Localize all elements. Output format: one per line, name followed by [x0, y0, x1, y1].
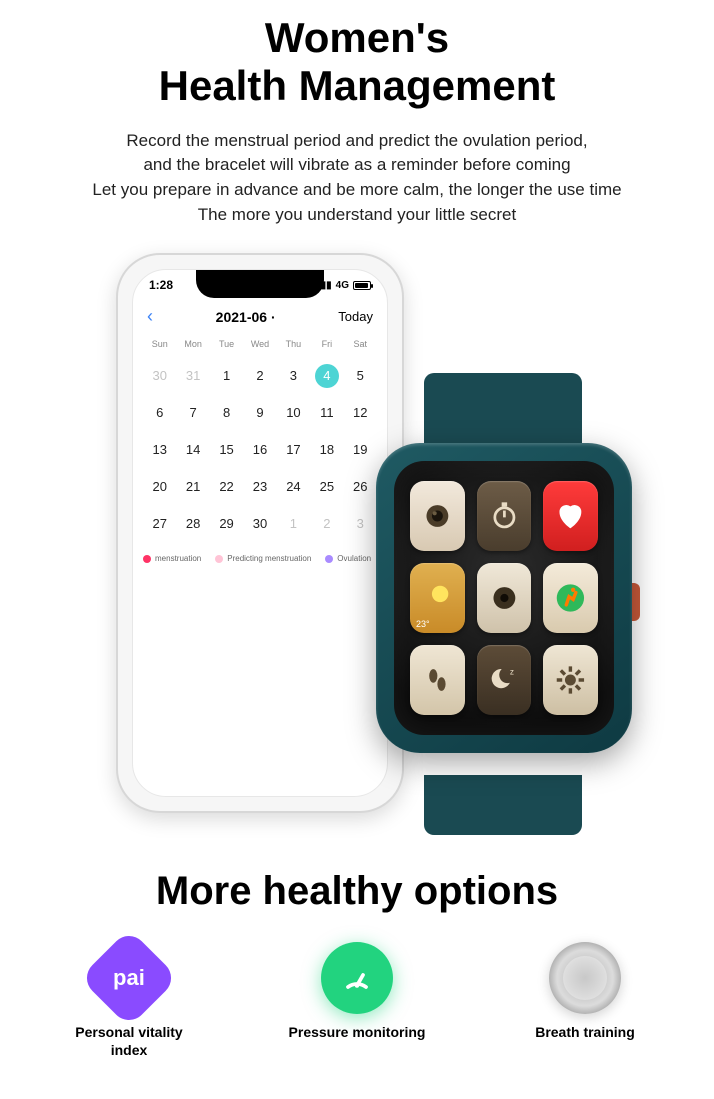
- breath-icon: [549, 942, 621, 1014]
- option-pai: pai Personal vitality index: [54, 942, 204, 1059]
- calendar-cell[interactable]: 8: [210, 394, 243, 431]
- svg-text:z: z: [509, 668, 513, 677]
- calendar-body: 3031123456789101112131415161718192021222…: [143, 357, 377, 542]
- phone-screen: 1:28 ▮▮▮▮ 4G ‹ 2021-06 · Today SunMonTue…: [132, 269, 388, 797]
- option-pressure: Pressure monitoring: [282, 942, 432, 1059]
- calendar-cell[interactable]: 15: [210, 431, 243, 468]
- calendar-day-header: Mon: [176, 335, 209, 357]
- workout-app-icon[interactable]: [543, 563, 598, 633]
- calendar-row: 6789101112: [143, 394, 377, 431]
- calendar-day-header: Fri: [310, 335, 343, 357]
- calendar-cell[interactable]: 10: [277, 394, 310, 431]
- status-time: 1:28: [149, 278, 173, 292]
- calendar-cell[interactable]: 2: [243, 357, 276, 394]
- pai-label: Personal vitality index: [75, 1024, 182, 1059]
- today-button[interactable]: Today: [338, 309, 373, 324]
- calendar-day-header: Sat: [344, 335, 377, 357]
- calendar-cell[interactable]: 21: [176, 468, 209, 505]
- back-icon[interactable]: ‹: [147, 306, 153, 327]
- calendar-cell[interactable]: 29: [210, 505, 243, 542]
- devices-showcase: 1:28 ▮▮▮▮ 4G ‹ 2021-06 · Today SunMonTue…: [0, 253, 714, 863]
- calendar-row: 13141516171819: [143, 431, 377, 468]
- title-line-2: Health Management: [159, 62, 556, 109]
- calendar-cell[interactable]: 18: [310, 431, 343, 468]
- watch-body: 23° z: [376, 443, 632, 753]
- weather-temp: 23°: [416, 619, 430, 629]
- page-subtitle: Record the menstrual period and predict …: [0, 129, 714, 228]
- watch-screen: 23° z: [394, 461, 614, 735]
- calendar-cell[interactable]: 24: [277, 468, 310, 505]
- watch-strap-top: [424, 373, 582, 453]
- calendar-header: ‹ 2021-06 · Today: [133, 292, 387, 335]
- legend-menstruation: menstruation: [143, 554, 201, 563]
- calendar-cell[interactable]: 2: [310, 505, 343, 542]
- calendar-day-header: Sun: [143, 335, 176, 357]
- legend-predicting: Predicting menstruation: [215, 554, 311, 563]
- dial-app-icon[interactable]: [477, 563, 532, 633]
- calendar-cell[interactable]: 23: [243, 468, 276, 505]
- calendar-cell[interactable]: 13: [143, 431, 176, 468]
- calendar-cell[interactable]: 4: [310, 357, 343, 394]
- sleep-app-icon[interactable]: z: [477, 645, 532, 715]
- weather-app-icon[interactable]: 23°: [410, 563, 465, 633]
- page-title: Women's Health Management: [0, 0, 714, 111]
- calendar-cell[interactable]: 27: [143, 505, 176, 542]
- watch-mockup: 23° z: [368, 373, 640, 835]
- calendar-day-header: Thu: [277, 335, 310, 357]
- health-options-row: pai Personal vitality index Pressure mon…: [0, 942, 714, 1059]
- pressure-icon: [321, 942, 393, 1014]
- more-options-title: More healthy options: [0, 869, 714, 914]
- calendar-cell[interactable]: 28: [176, 505, 209, 542]
- calendar-day-header: Wed: [243, 335, 276, 357]
- phone-mockup: 1:28 ▮▮▮▮ 4G ‹ 2021-06 · Today SunMonTue…: [116, 253, 404, 813]
- calendar-cell[interactable]: 16: [243, 431, 276, 468]
- calendar-cell[interactable]: 7: [176, 394, 209, 431]
- calendar-legend: menstruation Predicting menstruation Ovu…: [133, 542, 387, 575]
- calendar-cell[interactable]: 1: [210, 357, 243, 394]
- breath-label: Breath training: [535, 1024, 635, 1042]
- calendar-row: 20212223242526: [143, 468, 377, 505]
- calendar-cell[interactable]: 1: [277, 505, 310, 542]
- calendar: SunMonTueWedThuFriSat 303112345678910111…: [133, 335, 387, 542]
- calendar-row: 303112345: [143, 357, 377, 394]
- calendar-cell[interactable]: 31: [176, 357, 209, 394]
- battery-icon: [353, 281, 371, 290]
- phone-notch: [196, 270, 324, 298]
- calendar-cell[interactable]: 9: [243, 394, 276, 431]
- calendar-cell[interactable]: 17: [277, 431, 310, 468]
- calendar-cell[interactable]: 11: [310, 394, 343, 431]
- settings-app-icon[interactable]: [543, 645, 598, 715]
- stopwatch-app-icon[interactable]: [477, 481, 532, 551]
- calendar-cell[interactable]: 25: [310, 468, 343, 505]
- legend-ovulation: Ovulation: [325, 554, 371, 563]
- option-breath: Breath training: [510, 942, 660, 1059]
- calendar-cell[interactable]: 20: [143, 468, 176, 505]
- calendar-day-header: Tue: [210, 335, 243, 357]
- steps-app-icon[interactable]: [410, 645, 465, 715]
- title-line-1: Women's: [265, 14, 449, 61]
- heart-rate-app-icon[interactable]: [543, 481, 598, 551]
- calendar-cell[interactable]: 14: [176, 431, 209, 468]
- calendar-row: 27282930123: [143, 505, 377, 542]
- calendar-cell[interactable]: 6: [143, 394, 176, 431]
- camera-app-icon[interactable]: [410, 481, 465, 551]
- watch-strap-bottom: [424, 775, 582, 835]
- pressure-label: Pressure monitoring: [289, 1024, 426, 1042]
- calendar-day-headers: SunMonTueWedThuFriSat: [143, 335, 377, 357]
- calendar-cell[interactable]: 22: [210, 468, 243, 505]
- calendar-cell[interactable]: 30: [243, 505, 276, 542]
- calendar-cell[interactable]: 3: [277, 357, 310, 394]
- pai-icon: pai: [93, 942, 165, 1014]
- month-label[interactable]: 2021-06 ·: [216, 309, 276, 325]
- calendar-cell[interactable]: 30: [143, 357, 176, 394]
- network-label: 4G: [336, 280, 349, 291]
